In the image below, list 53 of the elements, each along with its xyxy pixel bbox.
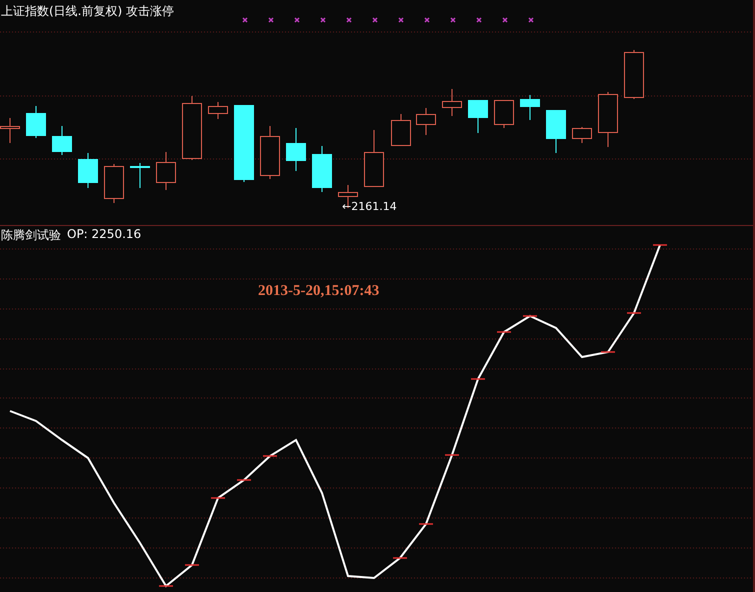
tick-mark — [601, 351, 615, 353]
cross-marker — [320, 17, 326, 23]
cross-marker — [294, 17, 300, 23]
cross-marker — [346, 17, 352, 23]
candlestick — [442, 88, 462, 116]
cross-marker — [476, 17, 482, 23]
candlestick — [416, 108, 436, 136]
tick-mark — [627, 312, 641, 314]
cross-marker — [528, 17, 534, 23]
tick-mark — [523, 315, 537, 317]
tick-mark — [419, 523, 433, 525]
tick-mark — [263, 455, 277, 457]
tick-mark — [497, 331, 511, 333]
candlestick — [364, 130, 384, 187]
timestamp: 2013-5-20,15:07:43 — [258, 283, 380, 300]
tick-mark — [471, 378, 485, 380]
indicator-value: OP: 2250.16 — [67, 227, 142, 243]
candlestick — [104, 164, 124, 204]
cross-marker — [424, 17, 430, 23]
chart-title: 上证指数(日线.前复权) 攻击涨停 — [0, 3, 174, 20]
candlestick — [52, 126, 72, 156]
tick-mark — [653, 244, 667, 246]
candlestick — [494, 100, 514, 128]
cross-marker — [242, 17, 248, 23]
cross-marker — [372, 17, 378, 23]
cross-marker — [450, 17, 456, 23]
candlestick — [26, 106, 46, 138]
candlestick — [182, 96, 202, 160]
tick-mark — [237, 479, 251, 481]
candlestick — [468, 100, 488, 134]
tick-mark — [185, 564, 199, 566]
candlestick — [520, 94, 540, 120]
candlestick — [624, 50, 644, 100]
cross-marker — [268, 17, 274, 23]
candlestick — [312, 146, 332, 192]
candlestick — [391, 114, 411, 146]
tick-mark — [445, 454, 459, 456]
tick-mark — [211, 497, 225, 499]
cross-marker — [502, 17, 508, 23]
cross-marker — [398, 17, 404, 23]
candlestick — [78, 152, 98, 188]
candlestick — [572, 126, 592, 144]
candlestick — [208, 102, 228, 120]
candlestick — [130, 162, 150, 188]
tick-mark — [159, 585, 173, 587]
candlestick — [598, 92, 618, 148]
candlestick — [260, 126, 280, 180]
tick-mark — [393, 557, 407, 559]
price-label: ←2161.14 — [342, 200, 397, 213]
candlestick — [156, 152, 176, 190]
indicator-name: 陈腾剑试验 — [1, 227, 61, 244]
candlestick — [286, 128, 306, 172]
candlestick — [546, 110, 566, 154]
